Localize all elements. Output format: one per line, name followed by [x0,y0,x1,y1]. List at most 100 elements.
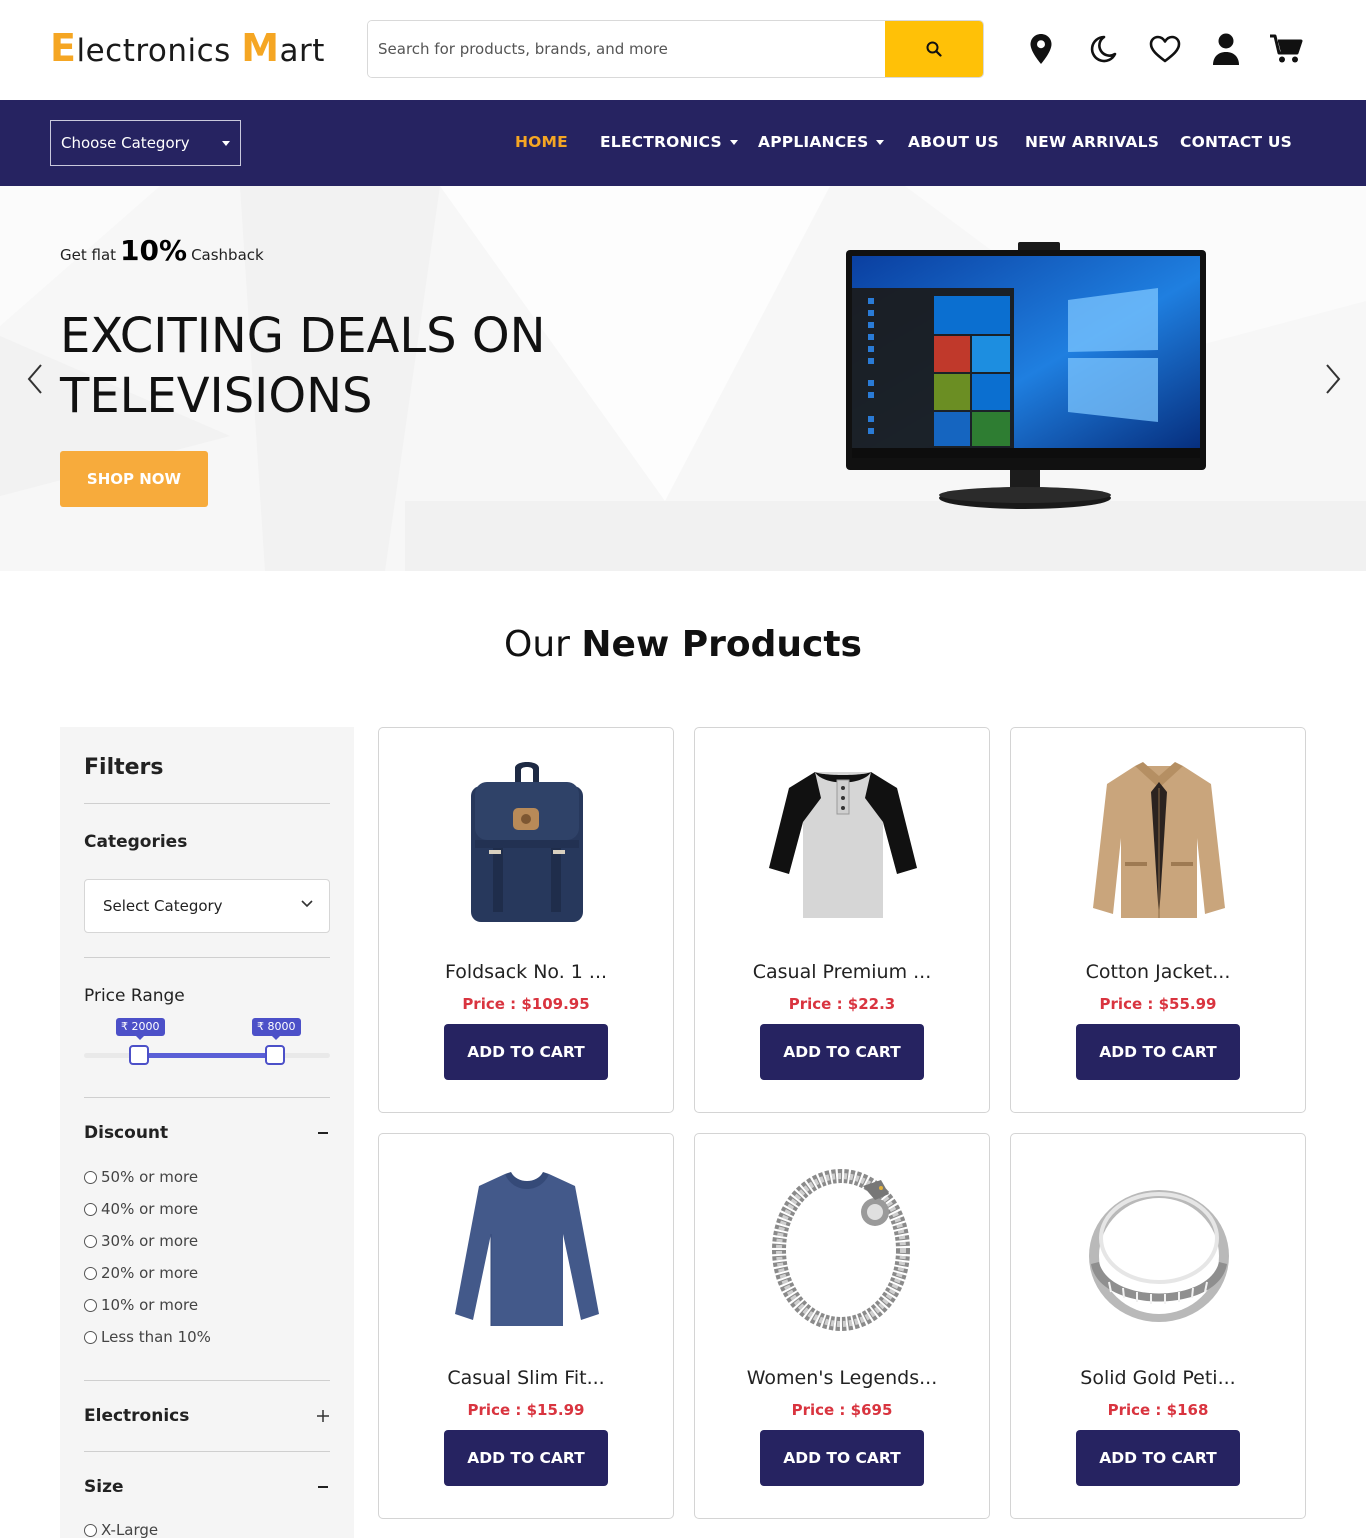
product-image [447,1164,607,1334]
nav-electronics[interactable]: ELECTRONICS [600,133,738,151]
size-option[interactable]: X-Large [84,1521,158,1538]
cart-icon[interactable] [1268,30,1304,68]
radio-button[interactable] [84,1170,97,1184]
discount-option-label: Less than 10% [101,1328,211,1346]
discount-option-label: 20% or more [101,1264,199,1282]
product-name[interactable]: Women's Legends... [695,1367,989,1389]
nav-home[interactable]: HOME [515,133,568,151]
search-button[interactable] [885,21,983,77]
nav-home-label: HOME [515,133,568,151]
logo-text-1: lectronics [76,33,242,69]
product-card[interactable]: Casual Slim Fit... Price : $15.99 ADD TO… [378,1133,674,1519]
choose-category-dropdown[interactable]: Choose Category [50,120,241,166]
add-to-cart-button[interactable]: ADD TO CART [444,1430,608,1486]
radio-button[interactable] [84,1523,97,1537]
product-card[interactable]: Solid Gold Peti... Price : $168 ADD TO C… [1010,1133,1306,1519]
categories-heading: Categories [84,832,188,852]
product-image [763,758,923,928]
divider [84,1451,330,1452]
product-image [763,1164,923,1334]
product-name[interactable]: Cotton Jacket... [1011,961,1305,983]
minus-icon[interactable] [316,1480,330,1494]
product-card[interactable]: Women's Legends... Price : $695 ADD TO C… [694,1133,990,1519]
add-to-cart-button[interactable]: ADD TO CART [1076,1024,1240,1080]
radio-button[interactable] [84,1234,97,1248]
add-to-cart-label: ADD TO CART [467,1449,585,1467]
product-card[interactable]: Foldsack No. 1 ... Price : $109.95 ADD T… [378,727,674,1113]
divider [84,1097,330,1098]
product-price: Price : $168 [1107,1401,1209,1419]
product-image [1079,758,1239,928]
product-name[interactable]: Casual Slim Fit... [379,1367,673,1389]
radio-button[interactable] [84,1202,97,1216]
shop-now-button[interactable]: SHOP NOW [60,451,208,507]
nav-contact-us-label: CONTACT US [1180,133,1292,151]
product-card[interactable]: Cotton Jacket... Price : $55.99 ADD TO C… [1010,727,1306,1113]
divider [84,1380,330,1381]
search-input[interactable] [368,21,885,77]
add-to-cart-button[interactable]: ADD TO CART [444,1024,608,1080]
add-to-cart-label: ADD TO CART [783,1449,901,1467]
logo[interactable]: Electronics Mart [50,26,325,70]
logo-text-2: art [279,33,325,69]
discount-option[interactable]: 50% or more [84,1168,198,1186]
cashback-prefix: Get flat [60,246,117,264]
carousel-prev-arrow-icon[interactable] [24,361,48,397]
user-icon[interactable] [1208,30,1244,68]
product-name[interactable]: Casual Premium ... [695,961,989,983]
plus-icon[interactable] [316,1409,330,1423]
discount-option[interactable]: 40% or more [84,1200,198,1218]
cashback-percent: 10% [120,234,188,267]
select-category-dropdown[interactable]: Select Category [84,879,330,933]
long-sleeve-shirt-image [455,1172,599,1326]
discount-option[interactable]: Less than 10% [84,1328,211,1346]
logo-letter-m: M [241,26,280,70]
search-bar [367,20,984,78]
filters-panel: Filters Categories Select Category Price… [60,727,354,1538]
heart-icon[interactable] [1147,30,1183,68]
size-option-label: X-Large [101,1521,159,1538]
product-price: Price : $695 [791,1401,893,1419]
nav-new-arrivals[interactable]: NEW ARRIVALS [1025,133,1159,151]
main-navbar: Choose Category HOME ELECTRONICS APPLIAN… [0,100,1366,186]
add-to-cart-button[interactable]: ADD TO CART [760,1024,924,1080]
radio-button[interactable] [84,1266,97,1280]
hero-banner: Get flat 10% Cashback EXCITING DEALS ON TEL… [0,186,1366,571]
carousel-next-arrow-icon[interactable] [1320,361,1344,397]
price-max-handle[interactable] [265,1045,285,1065]
nav-appliances[interactable]: APPLIANCES [758,133,885,151]
discount-heading: Discount [84,1123,169,1143]
site-header: Electronics Mart [0,0,1366,100]
add-to-cart-label: ADD TO CART [783,1043,901,1061]
location-icon[interactable] [1023,30,1059,68]
nav-electronics-label: ELECTRONICS [600,133,722,151]
add-to-cart-button[interactable]: ADD TO CART [1076,1430,1240,1486]
price-max-tooltip: ₹ 8000 [252,1018,301,1040]
section-title: Our New Products [0,624,1366,665]
nav-about-us[interactable]: ABOUT US [908,133,999,151]
product-card[interactable]: Casual Premium ... Price : $22.3 ADD TO … [694,727,990,1113]
cashback-text: Get flat 10% Cashback [60,234,264,267]
discount-option-label: 30% or more [101,1232,199,1250]
add-to-cart-button[interactable]: ADD TO CART [760,1430,924,1486]
discount-option-label: 40% or more [101,1200,199,1218]
discount-option[interactable]: 20% or more [84,1264,198,1282]
price-min-handle[interactable] [129,1045,149,1065]
nav-contact-us[interactable]: CONTACT US [1180,133,1292,151]
caret-down-icon [222,141,230,146]
electronics-heading: Electronics [84,1406,190,1426]
radio-button[interactable] [84,1298,97,1312]
discount-option[interactable]: 30% or more [84,1232,198,1250]
nav-new-arrivals-label: NEW ARRIVALS [1025,133,1160,151]
search-icon [926,41,942,57]
divider [84,957,330,958]
minus-icon[interactable] [316,1126,330,1140]
discount-option-label: 10% or more [101,1296,199,1314]
moon-icon[interactable] [1085,30,1121,68]
price-min-tooltip: ₹ 2000 [116,1018,165,1040]
product-name[interactable]: Solid Gold Peti... [1011,1367,1305,1389]
product-name[interactable]: Foldsack No. 1 ... [379,961,673,983]
bracelet-image [772,1169,910,1331]
radio-button[interactable] [84,1330,97,1344]
discount-option[interactable]: 10% or more [84,1296,198,1314]
